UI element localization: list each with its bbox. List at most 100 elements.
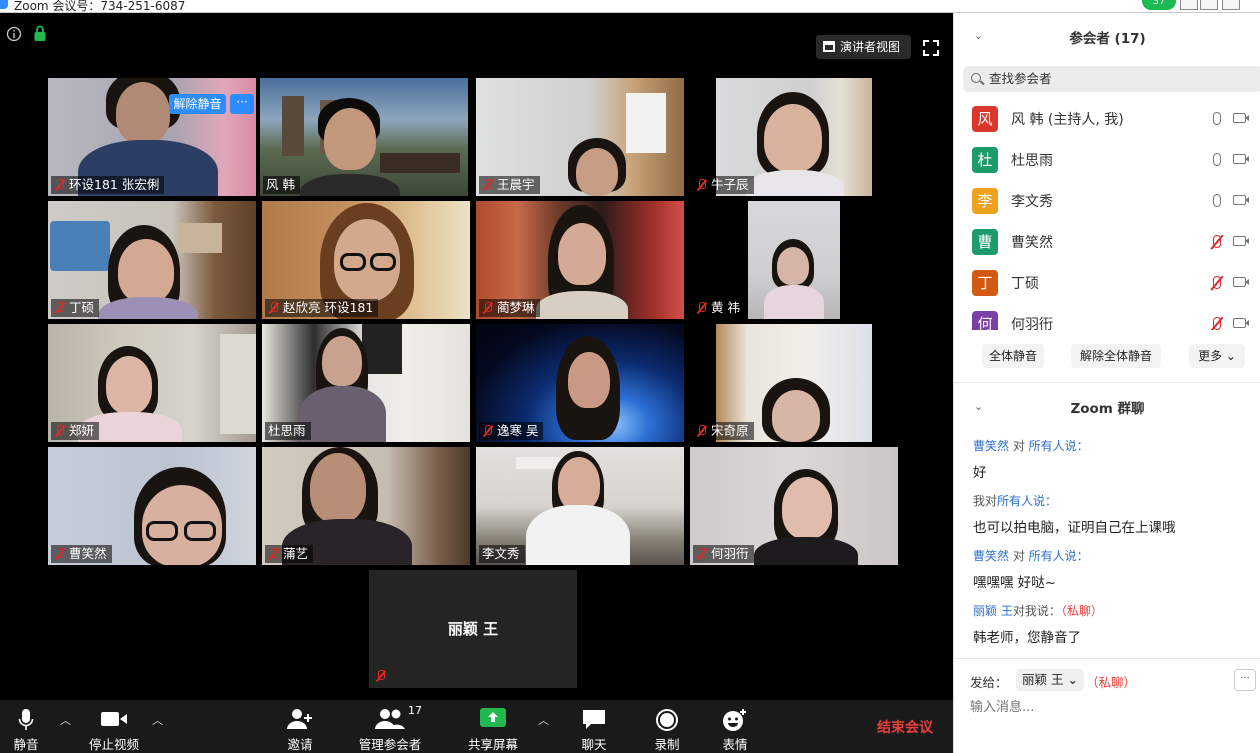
mute-all-button[interactable]: 全体静音 — [982, 344, 1044, 368]
video-tile[interactable]: 杜思雨 — [262, 324, 470, 442]
tile-more-button[interactable]: ··· — [230, 94, 254, 114]
muted-mic-icon — [54, 302, 65, 314]
tile-name-label: 杜思雨 — [265, 422, 311, 440]
tile-name-label: 蔺梦琳 — [479, 299, 540, 317]
video-tile[interactable]: 逸寒 吴 — [476, 324, 684, 442]
manage-participants-button[interactable]: 17 管理参会者 — [352, 700, 428, 753]
mic-icon[interactable] — [1213, 153, 1221, 166]
participant-list: 风 风 韩 (主持人, 我) 杜 杜思雨 李 李文秀 曹 曹笑然 丁 丁硕 何 … — [954, 100, 1260, 330]
participant-row[interactable]: 曹 曹笑然 — [954, 223, 1260, 264]
mute-button[interactable]: 静音 — [0, 700, 52, 753]
share-screen-button[interactable]: 共享屏幕 — [462, 700, 524, 753]
participant-row[interactable]: 杜 杜思雨 — [954, 141, 1260, 182]
window-title: Zoom 会议号：734-251-6087 — [14, 0, 186, 13]
divider — [954, 658, 1260, 659]
search-icon — [971, 73, 981, 83]
minimize-button[interactable] — [1180, 0, 1198, 10]
video-tile[interactable]: 王晨宇 — [476, 78, 684, 196]
chat-message: 丽颖 王对我说：（私聊） 韩老师，您静音了 — [973, 602, 1253, 646]
side-panel: ⌄ 参会者 (17) 查找参会者 风 风 韩 (主持人, 我) 杜 杜思雨 李 … — [953, 13, 1260, 753]
send-to-label: 发给： — [970, 675, 1008, 690]
mic-icon[interactable] — [1213, 112, 1221, 125]
more-options-button[interactable]: 更多 ⌄ — [1189, 344, 1245, 368]
avatar: 杜 — [972, 147, 998, 173]
participants-icon — [375, 709, 405, 729]
mic-icon[interactable] — [1213, 194, 1221, 207]
video-options-chevron-icon[interactable]: ︿ — [152, 712, 164, 727]
muted-mic-icon[interactable] — [1213, 276, 1221, 289]
unmute-all-button[interactable]: 解除全体静音 — [1071, 344, 1161, 368]
unmute-button[interactable]: 解除静音 — [169, 94, 226, 114]
record-button[interactable]: 录制 — [644, 700, 690, 753]
video-tile[interactable]: 宋奇原 — [690, 324, 898, 442]
video-tile[interactable]: 丁硕 — [48, 201, 256, 319]
participant-name: 何羽衎 — [1011, 317, 1053, 330]
avatar: 风 — [972, 106, 998, 132]
tile-name-label: 何羽衎 — [693, 545, 754, 563]
video-tile[interactable]: 曹笑然 — [48, 447, 256, 565]
participant-search-input[interactable]: 查找参会者 — [963, 66, 1260, 92]
reactions-button[interactable]: 表情 — [712, 700, 758, 753]
audio-options-chevron-icon[interactable]: ︿ — [60, 712, 72, 727]
stop-video-button[interactable]: 停止视频 — [80, 700, 148, 753]
chat-message-input[interactable] — [970, 700, 1250, 715]
camera-icon[interactable] — [1233, 236, 1249, 246]
video-tile-no-video[interactable]: 丽颖 王 — [369, 570, 577, 688]
participant-name: 李文秀 — [1011, 194, 1053, 210]
speaker-view-button[interactable]: 演讲者视图 — [816, 35, 911, 59]
muted-mic-icon[interactable] — [1213, 317, 1221, 330]
camera-icon[interactable] — [1233, 154, 1249, 164]
chat-text: 韩老师，您静音了 — [973, 630, 1081, 646]
muted-mic-icon[interactable] — [1213, 235, 1221, 248]
participant-row[interactable]: 丁 丁硕 — [954, 264, 1260, 305]
participant-row[interactable]: 李 李文秀 — [954, 182, 1260, 223]
chat-message: 曹笑然 对 所有人说： 嘿嘿嘿 好哒~ — [973, 547, 1253, 591]
add-user-icon — [287, 709, 312, 729]
fullscreen-icon[interactable] — [923, 40, 939, 56]
camera-icon[interactable] — [1233, 195, 1249, 205]
zoom-logo-icon — [0, 0, 8, 9]
muted-mic-icon — [54, 179, 65, 191]
close-window-button[interactable] — [1222, 0, 1240, 10]
tile-name-label: 丁硕 — [51, 299, 100, 317]
chat-text: 也可以拍电脑，证明自己在上课哦 — [973, 520, 1176, 536]
chat-sender-line: 曹笑然 对 所有人说： — [973, 549, 1089, 563]
tile-name-label: 李文秀 — [479, 545, 525, 563]
invite-button[interactable]: 邀请 — [274, 700, 326, 753]
notification-badge[interactable]: 37 — [1142, 0, 1176, 10]
send-to-dropdown[interactable]: 丽颖 王 ⌄ — [1016, 669, 1084, 691]
divider — [954, 382, 1260, 383]
tile-name-label: 宋奇原 — [693, 422, 754, 440]
video-tile[interactable]: 何羽衎 — [690, 447, 898, 565]
info-icon[interactable] — [6, 26, 22, 42]
participant-row[interactable]: 何 何羽衎 — [954, 305, 1260, 330]
video-tile[interactable]: 李文秀 — [476, 447, 684, 565]
chat-more-button[interactable]: ··· — [1234, 669, 1256, 691]
video-tile[interactable]: 牛子辰 — [690, 78, 898, 196]
chat-sender-line: 丽颖 王对我说：（私聊） — [973, 604, 1103, 618]
video-tile-active-speaker[interactable]: 风 韩 — [260, 78, 468, 196]
video-tile[interactable]: 蒲艺 — [262, 447, 470, 565]
avatar: 李 — [972, 188, 998, 214]
video-tile[interactable]: 蔺梦琳 — [476, 201, 684, 319]
camera-icon[interactable] — [1233, 318, 1249, 328]
participant-name: 丽颖 王 — [447, 620, 499, 638]
video-tile[interactable]: 黄 祎 — [690, 201, 898, 319]
end-meeting-button[interactable]: 结束会议 — [877, 717, 933, 737]
share-options-chevron-icon[interactable]: ︿ — [538, 712, 550, 727]
muted-mic-icon — [696, 548, 707, 560]
maximize-button[interactable] — [1200, 0, 1218, 10]
muted-mic-icon — [696, 179, 707, 191]
meeting-toolbar: 静音 ︿ 停止视频 ︿ 邀请 17 管理参会者 共享屏幕 ︿ 聊天 录制 表情 … — [0, 700, 953, 753]
video-tile[interactable]: 赵欣亮 环设181 — [262, 201, 470, 319]
video-tile[interactable]: 郑妍 — [48, 324, 256, 442]
camera-icon[interactable] — [1233, 113, 1249, 123]
camera-icon[interactable] — [1233, 277, 1249, 287]
chat-sender-line: 曹笑然 对 所有人说： — [973, 439, 1089, 453]
chat-text: 好 — [973, 465, 987, 481]
lock-icon[interactable] — [33, 25, 47, 42]
chat-sender-line: 我对所有人说： — [973, 494, 1058, 508]
participant-name: 曹笑然 — [1011, 235, 1053, 251]
chat-button[interactable]: 聊天 — [570, 700, 618, 753]
participant-row[interactable]: 风 风 韩 (主持人, 我) — [954, 100, 1260, 141]
